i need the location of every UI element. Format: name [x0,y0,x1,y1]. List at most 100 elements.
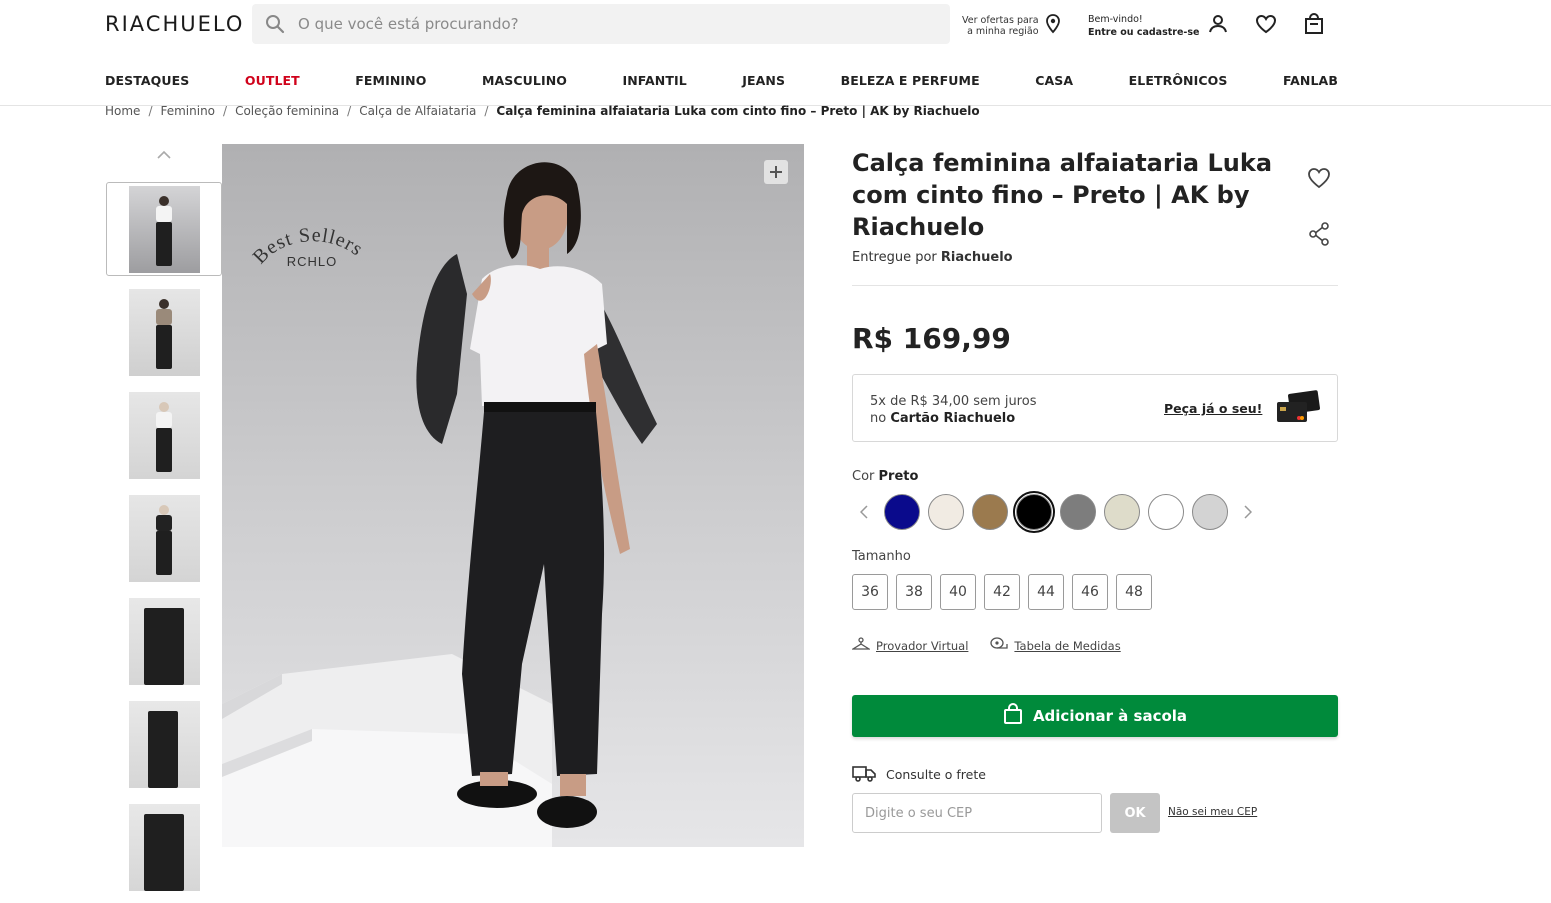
size-label: Tamanho [852,549,911,564]
search-bar[interactable] [252,4,950,44]
size-option[interactable]: 48 [1116,574,1152,610]
search-icon[interactable] [252,14,298,34]
color-swatch-caramelo[interactable] [972,494,1008,530]
search-input[interactable] [298,15,898,33]
thumbnail-1[interactable] [106,182,222,276]
best-sellers-badge: Best Sellers RCHLO [247,214,377,284]
size-chart-link[interactable]: Tabela de Medidas [990,637,1121,654]
thumbnail-6[interactable] [106,697,222,791]
installments-text: 5x de R$ 34,00 sem juros [870,394,1037,409]
nav-outlet[interactable]: OUTLET [245,73,300,88]
installments-prefix: no [870,411,887,426]
region-selector[interactable]: Ver ofertas para a minha região [962,14,1061,38]
size-option[interactable]: 46 [1072,574,1108,610]
add-to-bag-label: Adicionar à sacola [1032,707,1188,725]
thumbnail-image [128,700,200,788]
breadcrumb-colecao-feminina[interactable]: Coleção feminina [235,104,339,118]
breadcrumb-separator: / [148,104,153,118]
thumbnail-4[interactable] [106,491,222,585]
logo[interactable]: RIACHUELO [105,12,244,36]
region-line1: Ver ofertas para [962,15,1039,26]
virtual-fitting-label: Provador Virtual [876,638,969,653]
shipping-section: Consulte o frete [852,764,986,785]
seller-prefix: Entregue por [852,250,937,265]
cep-input[interactable] [852,793,1102,833]
credit-cards-icon [1275,390,1321,426]
cep-ok-button[interactable]: OK [1110,793,1160,833]
size-chart-label: Tabela de Medidas [1014,638,1121,653]
location-pin-icon[interactable] [1045,14,1061,38]
nav-jeans[interactable]: JEANS [742,73,785,88]
login-text[interactable]: Entre ou cadastre-se [1088,27,1199,38]
main-nav: DESTAQUES OUTLET FEMININO MASCULINO INFA… [105,73,1338,88]
virtual-fitting-link[interactable]: Provador Virtual [850,637,969,654]
card-signup-link[interactable]: Peça já o seu! [1164,401,1262,416]
favorite-heart-icon[interactable] [1307,167,1331,193]
color-swatch-cinza[interactable] [1060,494,1096,530]
nav-feminino[interactable]: FEMININO [355,73,426,88]
thumbnail-image [128,391,200,479]
thumbnail-3[interactable] [106,388,222,482]
bag-icon[interactable] [1302,12,1326,36]
product-price: R$ 169,99 [852,322,1011,355]
color-swatch-off-white[interactable] [928,494,964,530]
nav-fanlab[interactable]: FANLAB [1283,73,1338,88]
divider [852,285,1338,286]
size-option[interactable]: 40 [940,574,976,610]
thumbnails-up-chevron-icon[interactable] [154,150,174,166]
login-link[interactable]: Bem-vindo! Entre ou cadastre-se [1088,13,1199,39]
zoom-plus-icon[interactable] [764,160,788,184]
size-option[interactable]: 44 [1028,574,1064,610]
truck-icon [852,764,876,785]
chevron-right-icon[interactable] [1236,493,1260,531]
share-icon[interactable] [1308,222,1330,250]
thumbnail-5[interactable] [106,594,222,688]
badge-sub-text: RCHLO [287,254,338,269]
breadcrumb-separator: / [347,104,352,118]
breadcrumb-calca-alfaiataria[interactable]: Calça de Alfaiataria [359,104,476,118]
heart-icon[interactable] [1254,12,1278,36]
measuring-tape-icon [990,637,1009,654]
chevron-left-icon[interactable] [852,493,876,531]
size-option[interactable]: 42 [984,574,1020,610]
color-label: Cor Preto [852,469,918,484]
nav-beleza-e-perfume[interactable]: BELEZA E PERFUME [841,73,980,88]
installments-box: 5x de R$ 34,00 sem juros no Cartão Riach… [852,374,1338,442]
color-swatches [852,491,1260,533]
color-swatch-bege[interactable] [1104,494,1140,530]
breadcrumb-feminino[interactable]: Feminino [160,104,215,118]
shipping-label: Consulte o frete [886,767,986,782]
bag-icon [1003,703,1023,729]
thumbnail-7[interactable] [106,800,222,894]
breadcrumb-separator: / [484,104,489,118]
size-option[interactable]: 36 [852,574,888,610]
unknown-cep-link[interactable]: Não sei meu CEP [1168,806,1257,818]
seller-info: Entregue por Riachuelo [852,250,1013,265]
thumbnail-2[interactable] [106,285,222,379]
breadcrumb-home[interactable]: Home [105,104,140,118]
nav-destaques[interactable]: DESTAQUES [105,73,189,88]
size-option[interactable]: 38 [896,574,932,610]
add-to-bag-button[interactable]: Adicionar à sacola [852,695,1338,737]
product-title: Calça feminina alfaiataria Luka com cint… [852,149,1273,241]
welcome-text: Bem-vindo! [1088,14,1143,25]
color-swatch-azul-marinho[interactable] [884,494,920,530]
breadcrumb-current: Calça feminina alfaiataria Luka com cint… [496,104,980,118]
color-label-prefix: Cor [852,469,875,484]
thumbnail-image [128,597,200,685]
thumbnail-image [128,185,200,273]
color-swatch-preto[interactable] [1013,491,1055,533]
product-main-image[interactable]: Best Sellers RCHLO [222,144,804,847]
thumbnail-list [106,182,222,903]
region-line2: a minha região [967,26,1039,37]
nav-masculino[interactable]: MASCULINO [482,73,567,88]
breadcrumb-separator: / [223,104,228,118]
nav-eletronicos[interactable]: ELETRÔNICOS [1129,73,1228,88]
nav-casa[interactable]: CASA [1035,73,1073,88]
color-swatch-cinza-claro[interactable] [1192,494,1228,530]
size-help-links: Provador Virtual Tabela de Medidas [850,637,1121,654]
color-swatch-branco[interactable] [1148,494,1184,530]
user-icon[interactable] [1206,12,1230,36]
nav-infantil[interactable]: INFANTIL [622,73,686,88]
site-header: RIACHUELO Ver ofertas para a minha regiã… [0,0,1551,106]
